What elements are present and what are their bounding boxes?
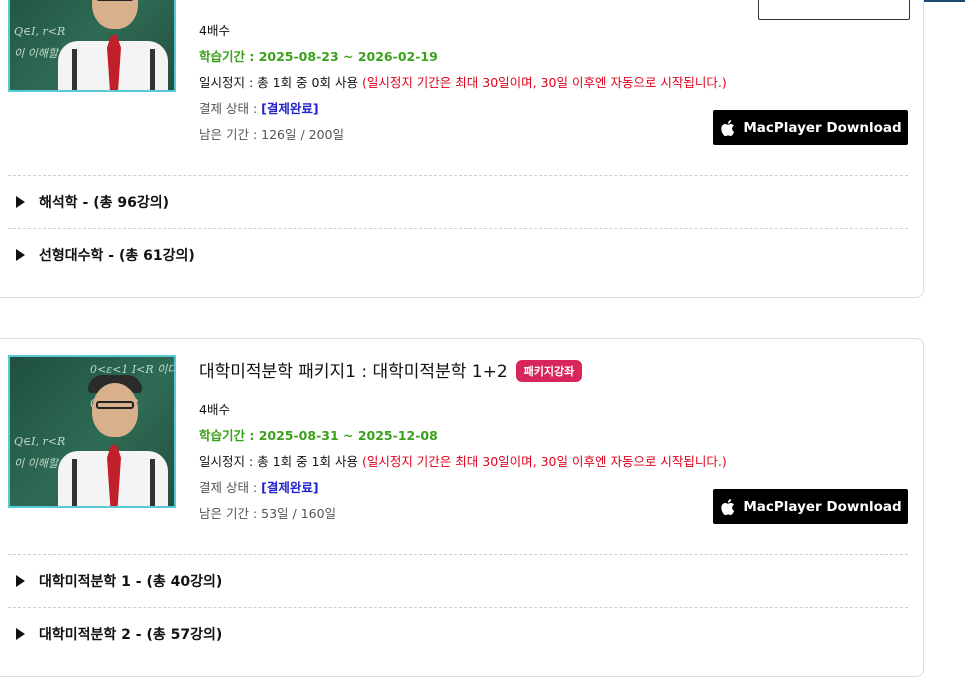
- payment-status: [결제완료]: [261, 101, 319, 116]
- package-badge: 패키지강좌: [515, 360, 583, 382]
- payment-label: 결제 상태 :: [199, 101, 258, 116]
- macplayer-download-button[interactable]: MacPlayer Download: [713, 110, 908, 145]
- study-period: 학습기간 : 2025-08-23 ~ 2026-02-19: [199, 49, 438, 64]
- pause-count: 일시정지 : 총 1회 중 0회 사용: [199, 75, 358, 90]
- speed-multiplier: 4배수: [199, 402, 230, 417]
- macplayer-download-label: MacPlayer Download: [743, 119, 902, 136]
- lecture-group-label: 선형대수학 - (총 61강의): [39, 248, 195, 264]
- pause-count: 일시정지 : 총 1회 중 1회 사용: [199, 454, 358, 469]
- payment-status: [결제완료]: [261, 480, 319, 495]
- triangle-right-icon: [16, 575, 25, 587]
- lecture-group-row[interactable]: 선형대수학 - (총 61강의): [8, 229, 908, 281]
- speed-multiplier: 4배수: [199, 23, 230, 38]
- triangle-right-icon: [16, 628, 25, 640]
- lecture-group-row[interactable]: 대학미적분학 1 - (총 40강의): [8, 555, 908, 607]
- course-card: 0<ε<1 d(x,a) 0<ε<1 ,r<R Q∈I, r<R 이 이해할 여…: [0, 0, 924, 298]
- remaining-period: 남은 기간 : 126일 / 200일: [199, 127, 345, 142]
- course-card: 0<ε<1 I<R 이다 d(R,x)=d 0<ε,r<R Q∈I, r<R 이…: [0, 338, 924, 677]
- lecture-group-label: 해석학 - (총 96강의): [39, 195, 169, 211]
- triangle-right-icon: [16, 249, 25, 261]
- course-action-button[interactable]: [758, 0, 910, 20]
- macplayer-download-label: MacPlayer Download: [743, 498, 902, 515]
- triangle-right-icon: [16, 196, 25, 208]
- course-thumbnail[interactable]: 0<ε<1 d(x,a) 0<ε<1 ,r<R Q∈I, r<R 이 이해할 여…: [8, 0, 176, 92]
- pause-warning: (일시정지 기간은 최대 30일이며, 30일 이후엔 자동으로 시작됩니다.): [361, 75, 727, 90]
- pause-info: 일시정지 : 총 1회 중 1회 사용 (일시정지 기간은 최대 30일이며, …: [199, 451, 727, 470]
- lecture-group-label: 대학미적분학 2 - (총 57강의): [39, 627, 223, 643]
- macplayer-download-button[interactable]: MacPlayer Download: [713, 489, 908, 524]
- lecture-group-label: 대학미적분학 1 - (총 40강의): [39, 574, 223, 590]
- apple-icon: [721, 498, 735, 515]
- remaining-period: 남은 기간 : 53일 / 160일: [199, 506, 337, 521]
- payment-label: 결제 상태 :: [199, 480, 258, 495]
- course-thumbnail[interactable]: 0<ε<1 I<R 이다 d(R,x)=d 0<ε,r<R Q∈I, r<R 이…: [8, 355, 176, 508]
- course-title-row: 대학미적분학 패키지1 : 대학미적분학 1+2 패키지강좌: [199, 357, 583, 382]
- payment-status-row: 결제 상태 : [결제완료]: [199, 98, 319, 117]
- lecture-group-row[interactable]: 해석학 - (총 96강의): [8, 176, 908, 228]
- study-period: 학습기간 : 2025-08-31 ~ 2025-12-08: [199, 428, 438, 443]
- pause-warning: (일시정지 기간은 최대 30일이며, 30일 이후엔 자동으로 시작됩니다.): [361, 454, 727, 469]
- apple-icon: [721, 119, 735, 136]
- payment-status-row: 결제 상태 : [결제완료]: [199, 477, 319, 496]
- lecture-group-row[interactable]: 대학미적분학 2 - (총 57강의): [8, 608, 908, 660]
- course-title[interactable]: 대학미적분학 패키지1 : 대학미적분학 1+2: [199, 362, 508, 382]
- pause-info: 일시정지 : 총 1회 중 0회 사용 (일시정지 기간은 최대 30일이며, …: [199, 72, 727, 91]
